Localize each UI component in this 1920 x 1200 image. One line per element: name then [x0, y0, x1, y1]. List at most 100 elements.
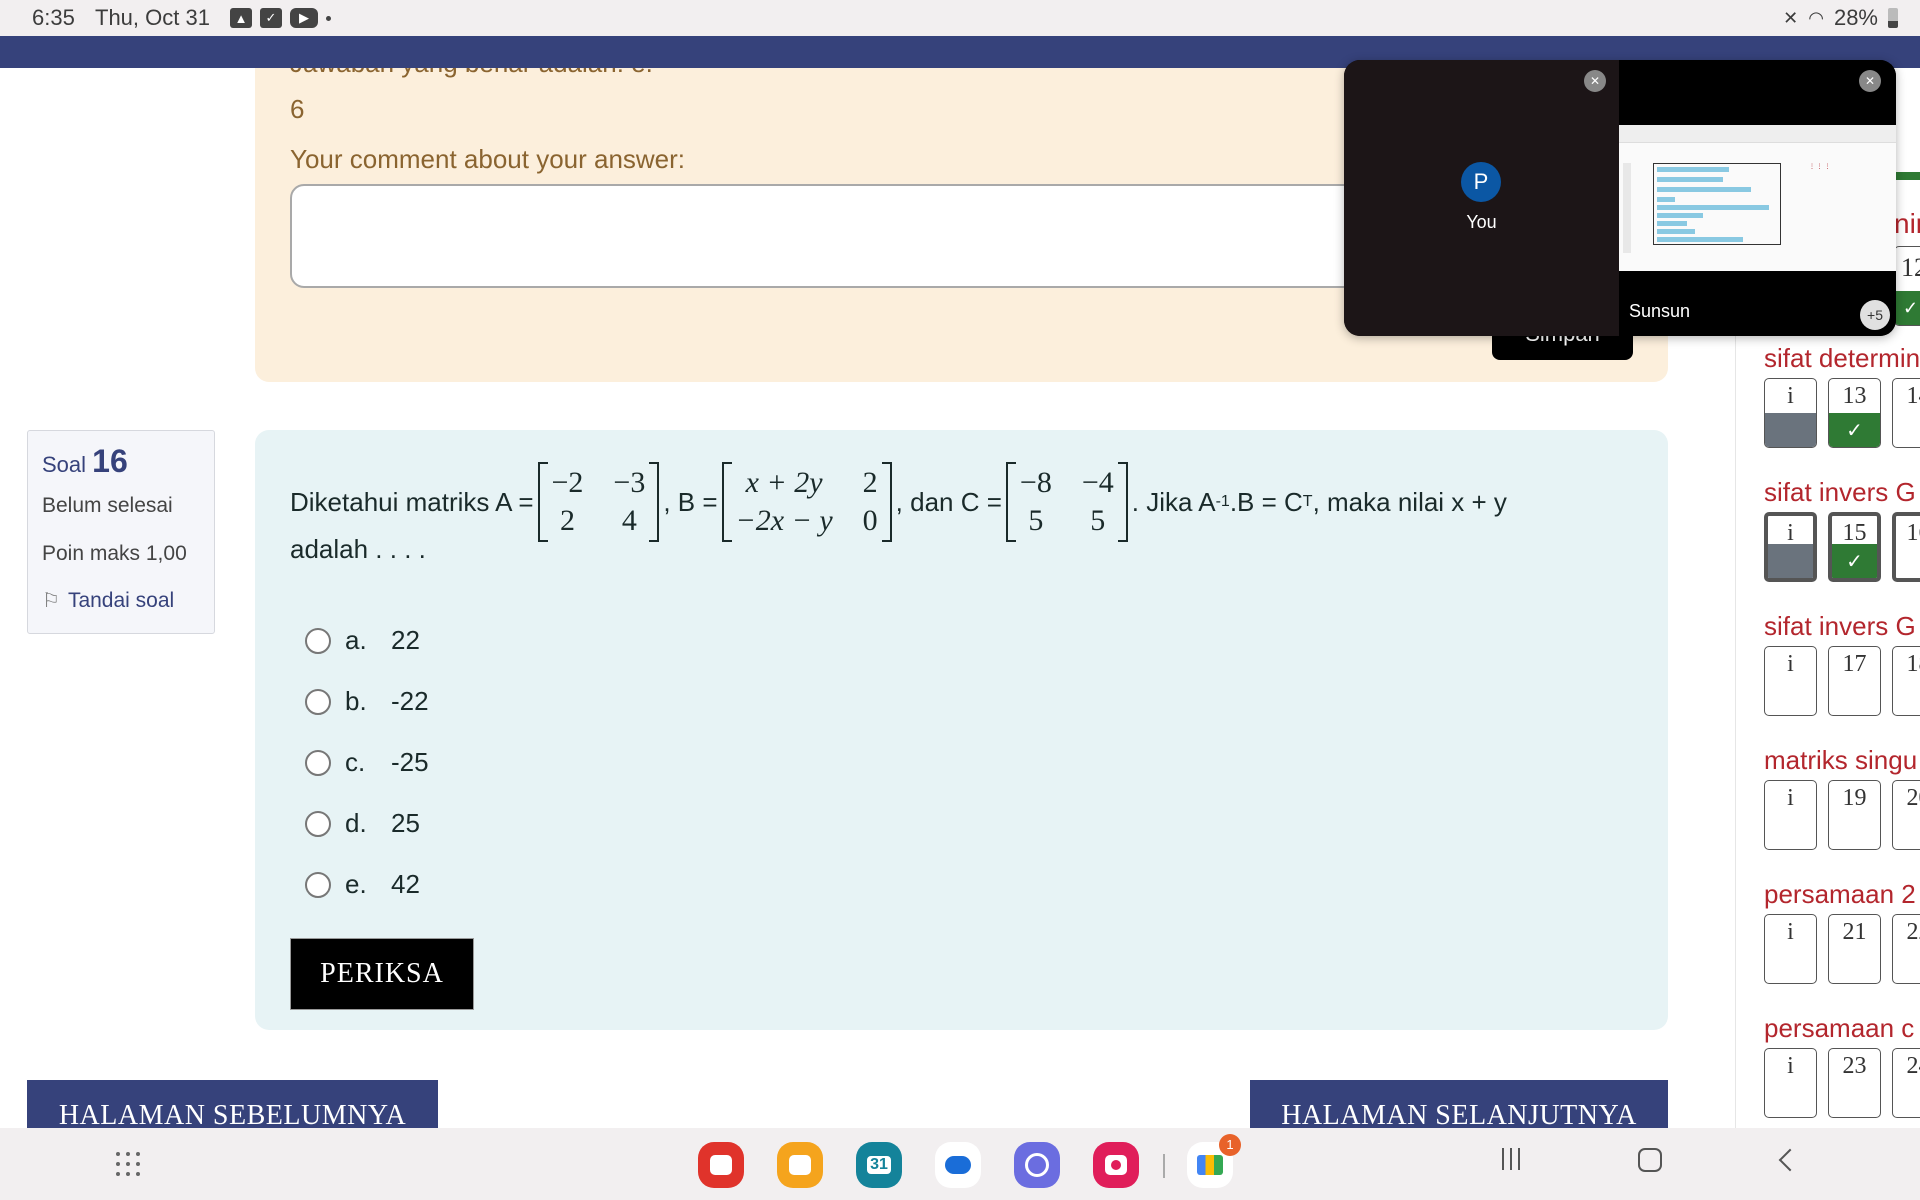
radio-button[interactable]: [305, 749, 331, 776]
answer-options: a. 22 b. -22 c. -25 d. 25 e. 42: [305, 610, 429, 915]
quiz-section: sifat determin i13✓14: [1764, 343, 1920, 448]
section-title: sifat determin: [1764, 343, 1920, 373]
question-block: Diketahui matriks A = −2 −3 2 4 , B = x …: [255, 430, 1668, 1030]
info-nav-box[interactable]: i: [1764, 646, 1817, 716]
question-points: Poin maks 1,00: [42, 542, 187, 565]
quiz-section: sifat invers G i15✓16: [1764, 477, 1920, 582]
answer-option-e[interactable]: e. 42: [305, 854, 429, 915]
messages-app-icon[interactable]: [935, 1142, 981, 1188]
radio-button[interactable]: [305, 688, 331, 715]
mic-off-icon: ✕: [1859, 70, 1881, 92]
question-nav-14[interactable]: 14: [1892, 378, 1920, 448]
home-button[interactable]: [1638, 1148, 1662, 1172]
info-nav-box[interactable]: i: [1764, 914, 1817, 984]
shared-bar: [1657, 237, 1743, 242]
video-call-pip[interactable]: ✕ P You ✕ ⋮ ⋮ ⋮ Sunsun +5: [1344, 60, 1896, 336]
info-nav-box[interactable]: i: [1764, 1048, 1817, 1118]
clock: 6:35: [32, 5, 75, 30]
checkbox-icon: ✓: [260, 8, 282, 28]
participant-name: You: [1466, 212, 1497, 232]
internet-app-icon[interactable]: [1014, 1142, 1060, 1188]
recent-apps-button[interactable]: [1500, 1148, 1522, 1170]
mute-icon: ✕: [1783, 7, 1799, 28]
answer-option-d[interactable]: d. 25: [305, 793, 429, 854]
previous-page-button[interactable]: HALAMAN SEBELUMNYA: [27, 1080, 438, 1128]
answer-option-c[interactable]: c. -25: [305, 732, 429, 793]
meet-app-icon[interactable]: 1: [1187, 1134, 1241, 1188]
quiz-section: sifat invers G i1718: [1764, 611, 1920, 716]
question-nav-21[interactable]: 21: [1828, 914, 1881, 984]
participant-tile-sunsun[interactable]: ✕ ⋮ ⋮ ⋮ Sunsun +5: [1619, 60, 1896, 336]
section-title: sifat invers G: [1764, 477, 1916, 507]
section-title: sifat invers G: [1764, 611, 1916, 641]
shared-bar: [1657, 197, 1675, 202]
flag-icon: ⚐: [42, 590, 60, 612]
question-nav-16[interactable]: 16: [1892, 512, 1920, 582]
question-nav-15[interactable]: 15 ✓: [1828, 512, 1881, 582]
answer-option-b[interactable]: b. -22: [305, 671, 429, 732]
screen-recorder-app-icon[interactable]: [1093, 1142, 1139, 1188]
shared-bar: [1657, 221, 1687, 226]
flag-question-link[interactable]: ⚐ Tandai soal: [42, 588, 200, 613]
youtube-icon: ▶: [290, 8, 318, 28]
matrix-b: x + 2y 2 −2x − y 0: [721, 462, 892, 542]
answer-option-a[interactable]: a. 22: [305, 610, 429, 671]
matrix-c: −8 −4 5 5: [1005, 462, 1128, 542]
gallery-icon: ▲: [230, 8, 252, 28]
check-icon: ✓: [1832, 544, 1877, 578]
question-nav-12[interactable]: 12✓: [1894, 246, 1920, 326]
app-drawer-icon[interactable]: [116, 1152, 140, 1176]
back-button[interactable]: [1778, 1148, 1802, 1172]
battery-icon: [1888, 8, 1898, 28]
question-status: Belum selesai: [42, 494, 173, 517]
question-nav-19[interactable]: 19: [1828, 780, 1881, 850]
mic-off-icon: ✕: [1584, 70, 1606, 92]
radio-button[interactable]: [305, 810, 331, 837]
answer-value: 6: [290, 94, 305, 124]
section-title-partial: nir: [1894, 208, 1920, 239]
battery-level: 28%: [1833, 5, 1878, 30]
avatar: P: [1461, 162, 1501, 202]
status-fill: [1768, 544, 1813, 578]
question-info: Soal 16 Belum selesai Poin maks 1,00 ⚐ T…: [27, 430, 215, 634]
info-nav-box[interactable]: i: [1764, 512, 1817, 582]
question-nav-23[interactable]: 23: [1828, 1048, 1881, 1118]
participant-tile-self[interactable]: ✕ P You: [1344, 60, 1619, 336]
wifi-icon: ◠: [1808, 7, 1824, 28]
taskbar-divider: [1163, 1154, 1165, 1178]
info-nav-box[interactable]: i: [1764, 378, 1817, 448]
question-nav-18[interactable]: 18: [1892, 646, 1920, 716]
calendar-app-icon[interactable]: 31: [856, 1142, 902, 1188]
section-title: persamaan 2: [1764, 879, 1916, 909]
radio-button[interactable]: [305, 871, 331, 898]
shared-screen: ⋮ ⋮ ⋮: [1619, 125, 1896, 271]
radio-button[interactable]: [305, 627, 331, 654]
notification-badge: 1: [1219, 1134, 1241, 1156]
answered-indicator: [1896, 172, 1920, 180]
shared-bar: [1657, 229, 1695, 234]
quiz-section: persamaan 2 i2122: [1764, 879, 1920, 984]
participant-name: Sunsun: [1629, 301, 1691, 321]
question-nav-13[interactable]: 13 ✓: [1828, 378, 1881, 448]
question-nav-17[interactable]: 17: [1828, 646, 1881, 716]
shared-bar: [1657, 187, 1751, 192]
question-number: Soal 16: [42, 443, 128, 479]
correct-answer-text: Jawaban yang benar adalah: e.: [290, 68, 653, 78]
check-icon: ✓: [1895, 291, 1920, 325]
quiz-section: persamaan c i2324: [1764, 1013, 1920, 1118]
question-nav-22[interactable]: 22: [1892, 914, 1920, 984]
question-text-line2: adalah . . . .: [290, 534, 426, 564]
more-notifications-icon: [326, 15, 331, 21]
next-page-button[interactable]: HALAMAN SELANJUTNYA: [1250, 1080, 1668, 1128]
handwritten-notes: ⋮ ⋮ ⋮: [1809, 164, 1831, 170]
section-title: persamaan c: [1764, 1013, 1915, 1043]
question-nav-20[interactable]: 20: [1892, 780, 1920, 850]
matrix-a: −2 −3 2 4: [537, 462, 660, 542]
quiz-section: matriks singu i1920: [1764, 745, 1920, 850]
question-nav-24[interactable]: 24: [1892, 1048, 1920, 1118]
more-participants-badge[interactable]: +5: [1860, 300, 1890, 330]
info-nav-box[interactable]: i: [1764, 780, 1817, 850]
check-button[interactable]: PERIKSA: [290, 938, 474, 1010]
files-app-icon[interactable]: [777, 1142, 823, 1188]
notes-app-icon[interactable]: [698, 1142, 744, 1188]
